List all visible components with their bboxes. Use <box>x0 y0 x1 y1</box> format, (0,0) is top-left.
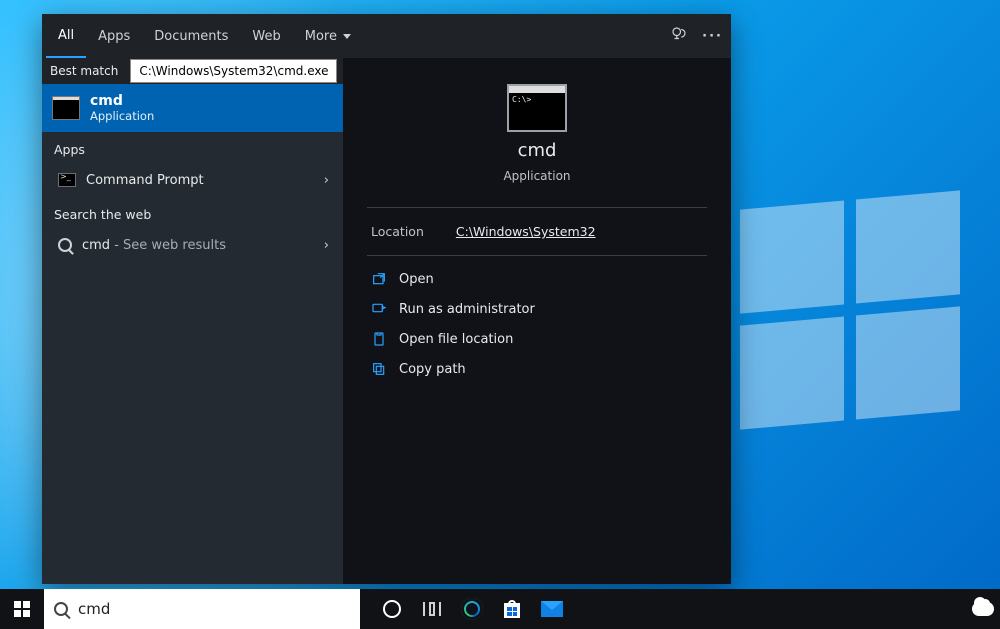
apps-section-header: Apps <box>42 132 343 163</box>
action-open-location[interactable]: Open file location <box>367 324 707 354</box>
taskbar-app-store[interactable] <box>492 589 532 629</box>
mail-icon <box>541 601 563 617</box>
open-icon <box>371 271 387 287</box>
divider <box>367 207 707 208</box>
result-preview-pane: cmd Application Location C:\Windows\Syst… <box>343 58 731 584</box>
search-icon <box>58 238 72 252</box>
cortana-icon <box>383 600 401 618</box>
path-tooltip: C:\Windows\System32\cmd.exe <box>130 59 337 83</box>
preview-subtitle: Application <box>503 169 570 183</box>
cmd-icon <box>507 84 567 132</box>
tab-apps[interactable]: Apps <box>86 14 142 58</box>
taskbar-app-edge[interactable] <box>452 589 492 629</box>
action-run-admin[interactable]: Run as administrator <box>367 294 707 324</box>
task-view-button[interactable] <box>412 589 452 629</box>
taskbar-app-mail[interactable] <box>532 589 572 629</box>
best-match-header: Best match C:\Windows\System32\cmd.exe <box>42 58 343 84</box>
system-tray[interactable] <box>972 589 994 629</box>
cmd-icon <box>52 96 80 120</box>
shield-icon <box>371 301 387 317</box>
feedback-icon[interactable] <box>670 25 688 47</box>
chevron-right-icon: › <box>324 238 329 253</box>
action-copy-path[interactable]: Copy path <box>367 354 707 384</box>
tab-web[interactable]: Web <box>240 14 292 58</box>
web-result-term: cmd <box>82 238 110 253</box>
action-copy-path-label: Copy path <box>399 362 466 377</box>
action-open-location-label: Open file location <box>399 332 513 347</box>
options-ellipsis-icon[interactable]: ··· <box>702 29 723 44</box>
command-prompt-icon <box>58 173 76 187</box>
result-subtitle: Application <box>90 109 154 123</box>
best-match-label: Best match <box>42 64 126 78</box>
apps-result-label: Command Prompt <box>86 173 204 188</box>
cortana-button[interactable] <box>372 589 412 629</box>
results-list: Best match C:\Windows\System32\cmd.exe c… <box>42 58 343 584</box>
chevron-right-icon: › <box>324 173 329 188</box>
preview-title: cmd <box>518 140 557 161</box>
location-label: Location <box>371 224 424 239</box>
tab-more[interactable]: More <box>293 14 363 58</box>
start-search-panel: All Apps Documents Web More ··· Best mat… <box>42 14 731 584</box>
location-value[interactable]: C:\Windows\System32 <box>456 224 596 239</box>
divider <box>367 255 707 256</box>
taskbar <box>0 589 1000 629</box>
search-icon <box>54 602 68 616</box>
windows-logo-icon <box>14 601 30 617</box>
web-section-header: Search the web <box>42 197 343 228</box>
folder-icon <box>371 331 387 347</box>
action-open[interactable]: Open <box>367 264 707 294</box>
microsoft-store-icon <box>503 600 521 618</box>
tab-all[interactable]: All <box>46 14 86 58</box>
windows-logo-wallpaper <box>740 190 960 429</box>
best-match-result[interactable]: cmd Application <box>42 84 343 132</box>
web-result-cmd[interactable]: cmd - See web results › <box>42 228 343 262</box>
taskbar-search-box[interactable] <box>44 589 360 629</box>
task-view-icon <box>423 602 441 616</box>
edge-icon <box>461 598 483 620</box>
search-filter-tabs: All Apps Documents Web More ··· <box>42 14 731 58</box>
result-title: cmd <box>90 93 154 109</box>
start-button[interactable] <box>0 589 44 629</box>
tab-documents[interactable]: Documents <box>142 14 240 58</box>
onedrive-icon[interactable] <box>972 602 994 616</box>
action-open-label: Open <box>399 272 434 287</box>
action-run-admin-label: Run as administrator <box>399 302 535 317</box>
taskbar-search-input[interactable] <box>78 600 350 618</box>
apps-result-command-prompt[interactable]: Command Prompt › <box>42 163 343 197</box>
copy-icon <box>371 361 387 377</box>
web-result-suffix: - See web results <box>110 238 226 253</box>
